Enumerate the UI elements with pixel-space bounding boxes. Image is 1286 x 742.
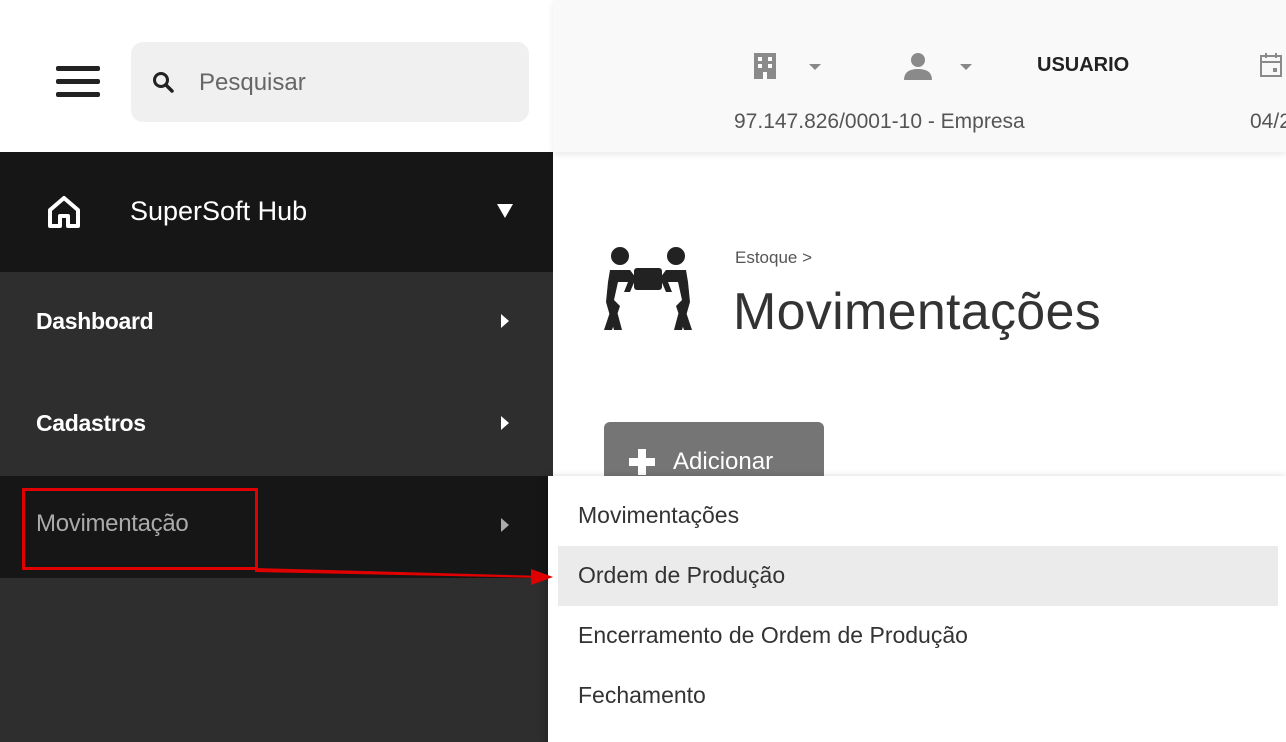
submenu-item-ordem-de-producao[interactable]: Ordem de Produção: [558, 546, 1278, 606]
username: USUARIO: [1037, 54, 1130, 76]
submenu-item-movimentacoes[interactable]: Movimentações: [558, 486, 1278, 546]
date-label: 04/20: [1250, 110, 1286, 133]
submenu-item-label: Encerramento de Ordem de Produção: [578, 622, 968, 648]
sidebar: SuperSoft Hub Dashboard Cadastros Movime…: [0, 152, 553, 742]
building-icon[interactable]: [753, 52, 777, 80]
submenu-movimentacao: Movimentações Ordem de Produção Encerram…: [548, 476, 1286, 742]
sidebar-item-label: Cadastros: [36, 410, 146, 436]
sidebar-item-movimentacao[interactable]: Movimentação: [0, 476, 553, 578]
caret-down-icon[interactable]: [809, 64, 821, 70]
calendar-icon[interactable]: [1259, 52, 1283, 78]
submenu-item-label: Movimentações: [578, 502, 740, 528]
sidebar-item-dashboard[interactable]: Dashboard: [0, 272, 553, 374]
movers-icon: [604, 247, 692, 330]
sidebar-item-label: Movimentação: [36, 510, 189, 537]
search-input[interactable]: [197, 64, 501, 102]
add-button[interactable]: Adicionar: [604, 422, 824, 484]
sidebar-hub-label: SuperSoft Hub: [130, 196, 308, 226]
page-title: Movimentações: [733, 283, 1102, 341]
menu-icon[interactable]: [56, 66, 100, 98]
search-box[interactable]: [131, 42, 529, 122]
submenu-item-label: Fechamento: [578, 682, 706, 708]
add-button-label: Adicionar: [673, 448, 774, 475]
company-label: 97.147.826/0001-10 - Empresa: [734, 110, 1025, 133]
user-icon[interactable]: [903, 52, 933, 80]
caret-right-icon: [501, 314, 509, 328]
caret-right-icon: [501, 518, 509, 532]
caret-down-icon: [497, 204, 513, 218]
caret-right-icon: [501, 416, 509, 430]
home-icon: [48, 196, 80, 228]
breadcrumb[interactable]: Estoque >: [735, 248, 812, 268]
caret-down-icon[interactable]: [960, 64, 972, 70]
sidebar-item-label: Dashboard: [36, 308, 154, 334]
sidebar-hub-selector[interactable]: SuperSoft Hub: [0, 152, 553, 272]
submenu-item-fechamento[interactable]: Fechamento: [558, 666, 1278, 726]
sidebar-header: [0, 0, 553, 152]
plus-icon: [629, 449, 655, 475]
submenu-item-encerramento-ordem-producao[interactable]: Encerramento de Ordem de Produção: [558, 606, 1278, 666]
submenu-item-label: Ordem de Produção: [578, 562, 786, 588]
sidebar-item-cadastros[interactable]: Cadastros: [0, 374, 553, 476]
search-icon: [153, 72, 174, 93]
top-header: USUARIO 97.147.826/0001-10 - Empresa 04/…: [553, 0, 1286, 152]
